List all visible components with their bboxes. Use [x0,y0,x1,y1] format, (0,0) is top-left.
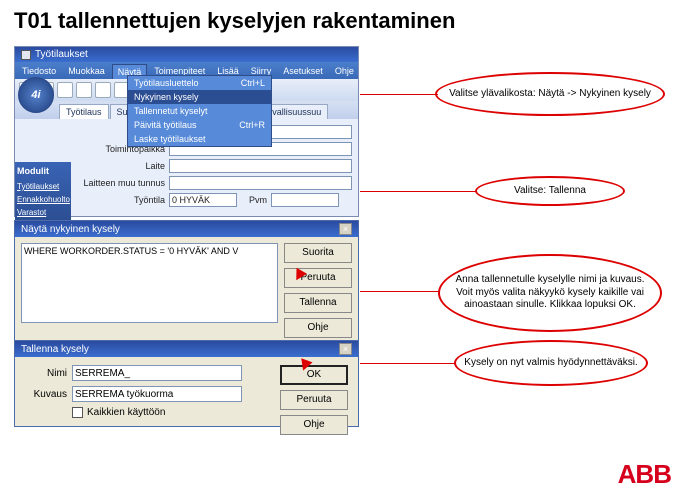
app-title: Työtilaukset [35,49,88,60]
callout-3: Anna tallennetulle kyselylle nimi ja kuv… [438,254,662,332]
label-kuvaus: Kuvaus [23,389,67,400]
dropdown-item-laske[interactable]: Laske työtilaukset [128,132,271,146]
abb-logo: ABB [618,459,671,490]
connector-line [360,291,440,292]
button-tallenna[interactable]: Tallenna [284,293,352,313]
label-nimi: Nimi [23,368,67,379]
toolbar-button[interactable] [95,82,111,98]
connector-line [360,191,476,192]
toolbar-button[interactable] [76,82,92,98]
app-logo: 4i [18,77,54,113]
sidebar-link-varastot[interactable]: Varastot [17,208,69,217]
connector-line [360,363,456,364]
menu-asetukset[interactable]: Asetukset [278,64,328,79]
sidebar-modules: Modulit Työtilaukset Ennakkohuolto Varas… [15,162,71,225]
button-ohje[interactable]: Ohje [284,318,352,338]
dialog-query: Näytä nykyinen kysely × WHERE WORKORDER.… [14,220,359,345]
button-peruuta2[interactable]: Peruuta [280,390,348,410]
label-laite: Laite [75,161,165,171]
input-kuvaus[interactable]: SERREMA työkuorma [72,386,242,402]
label-tyontila: Työntila [75,195,165,205]
query-textarea[interactable]: WHERE WORKORDER.STATUS = '0 HYVÄK' AND V [21,243,278,323]
button-ohje2[interactable]: Ohje [280,415,348,435]
checkbox-label: Kaikkien käyttöön [87,407,165,418]
label-muu: Laitteen muu tunnus [75,178,165,188]
menu-dropdown[interactable]: TyötilausluetteloCtrl+L Nykyinen kysely … [127,75,272,147]
label-pvm: Pvm [241,195,267,205]
dialog-save: Tallenna kysely × Nimi SERREMA_ Kuvaus S… [14,340,359,427]
menu-ohje[interactable]: Ohje [330,64,359,79]
tab-tyotilaus[interactable]: Työtilaus [59,104,109,119]
app-icon [21,50,31,60]
input-tyontila[interactable]: 0 HYVÄK [169,193,237,207]
connector-line [360,94,438,95]
dropdown-item-luettelo[interactable]: TyötilausluetteloCtrl+L [128,76,271,90]
dialog-save-titlebar: Tallenna kysely × [15,341,358,357]
input-laite[interactable] [169,159,352,173]
dropdown-item-paivita[interactable]: Päivitä työtilausCtrl+R [128,118,271,132]
close-icon[interactable]: × [339,343,352,355]
app-window: Työtilaukset Tiedosto Muokkaa Näytä Toim… [14,46,359,217]
page-title: T01 tallennettujen kyselyjen rakentamine… [0,0,685,42]
app-titlebar: Työtilaukset [15,47,358,62]
button-ok[interactable]: OK [280,365,348,385]
checkbox-icon[interactable] [72,407,83,418]
sidebar-link-ennakkohuolto[interactable]: Ennakkohuolto [17,195,69,204]
menu-muokkaa[interactable]: Muokkaa [63,64,110,79]
callout-4: Kysely on nyt valmis hyödynnettäväksi. [454,340,648,386]
dialog-save-title: Tallenna kysely [21,344,89,355]
copyright: © ABB - 2 - 2009-10-07 [0,411,2,494]
button-suorita[interactable]: Suorita [284,243,352,263]
input-nimi[interactable]: SERREMA_ [72,365,242,381]
input-pvm[interactable] [271,193,339,207]
dialog-query-titlebar: Näytä nykyinen kysely × [15,221,358,237]
input-muu[interactable] [169,176,352,190]
sidebar-header: Modulit [17,166,69,176]
callout-2: Valitse: Tallenna [475,176,625,206]
toolbar-button[interactable] [57,82,73,98]
dialog-query-title: Näytä nykyinen kysely [21,224,120,235]
dropdown-item-tallennetut[interactable]: Tallennetut kyselyt [128,104,271,118]
sidebar-link-tyotilaukset[interactable]: Työtilaukset [17,182,69,191]
dropdown-item-nykyinen[interactable]: Nykyinen kysely [128,90,271,104]
close-icon[interactable]: × [339,223,352,235]
callout-1: Valitse ylävalikosta: Näytä -> Nykyinen … [435,72,665,116]
